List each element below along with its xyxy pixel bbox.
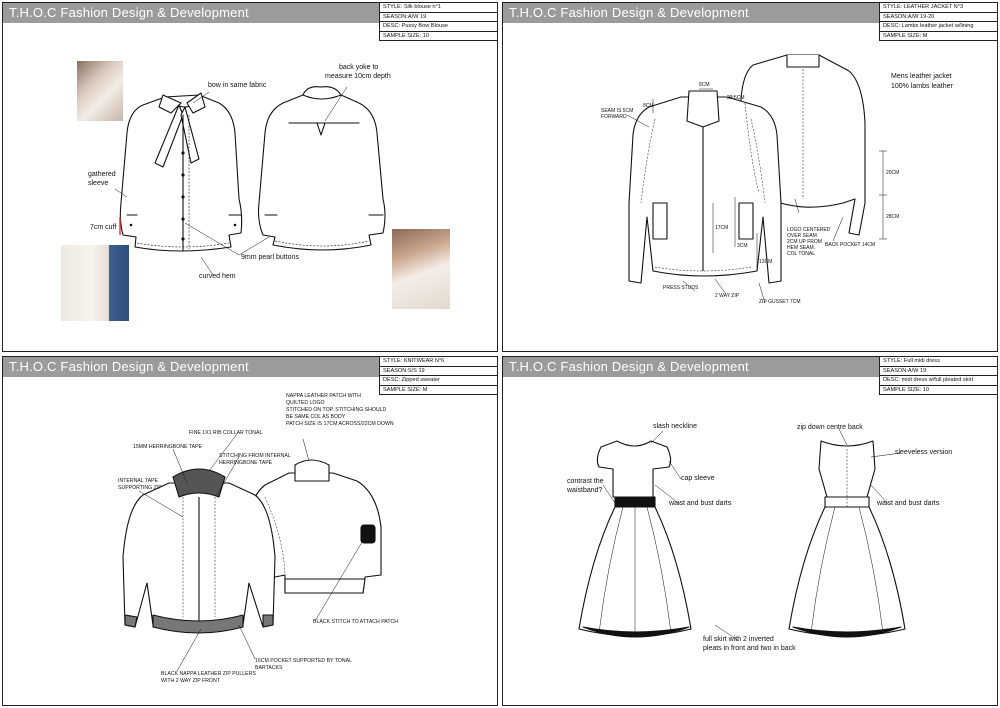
note-cuff: 7cm cuff [90,224,117,231]
note-zip-centre-back: zip down centre back [797,424,863,431]
note-contrast-2: waistband? [567,487,603,494]
spec-sample-size: SAMPLE SIZE: M [380,386,497,395]
note-stitching-1: STITCHING FROM INTERNAL [219,453,291,459]
note-internal-tape-2: SUPPORTING ZIP [118,485,162,491]
note-darts-back: waist and bust darts [877,500,940,507]
note-gathered: gathered [88,171,116,178]
sheet-leather-jacket: T.H.O.C Fashion Design & Development STY… [502,2,998,352]
spec-desc: DESC: Zipped sweater [380,376,497,386]
note-pearl-buttons: 9mm pearl buttons [241,254,299,261]
note-zip-pullers-1: BLACK NAPPA LEATHER ZIP PULLERS [161,671,256,677]
note-logo-5: COL TONAL [787,251,815,257]
spec-sample-size: SAMPLE SIZE: 10 [380,32,497,41]
spec-box: STYLE: LEATHER JACKET N°3 SEASON:A/W 19-… [879,3,997,41]
dim-collar-width: 8CM [699,82,710,88]
sweater-flat-sketch [122,433,382,672]
note-patch-3: STITCHED ON TOP. STITCHING SHOULD [286,407,387,413]
spec-season: SEASON:S/S 19 [380,367,497,376]
spec-desc: DESC: midi dress w/full pleated skirt [880,376,997,386]
note-press-studs: PRESS STUDS [663,285,699,291]
header-title: T.H.O.C Fashion Design & Development [3,3,379,23]
dim-shoulder: 22.5CM [727,95,745,101]
dim-collar-height: 8CM [643,103,654,109]
sheet-midi-dress: T.H.O.C Fashion Design & Development STY… [502,356,998,706]
note-2-way-zip: 2 WAY ZIP [715,293,740,299]
spec-box: STYLE: KNITWEAR N°6 SEASON:S/S 19 DESC: … [379,357,497,395]
dim-17cm: 17CM [715,225,729,231]
spec-season: SEASON:A/W 19 [380,13,497,22]
note-darts-front: waist and bust darts [669,500,732,507]
dim-13cm: 13CM [759,259,773,265]
dress-flat-sketch [578,428,906,642]
dim-28cm: 28CM [886,214,900,220]
note-zip-pullers-2: WITH 2 WAY ZIP FRONT [161,678,220,684]
note-rib-collar: FINE 1X1 RIB COLLAR TONAL [189,430,263,436]
reference-photo-cuff [392,229,450,309]
spec-style: STYLE: Silk blouse n°1 [380,3,497,13]
spec-style: STYLE: Full midi dress [880,357,997,367]
note-pocket-1: 16CM POCKET SUPPORTED BY TONAL [255,658,352,664]
dim-3cm: 3CM [737,243,748,249]
note-contrast-1: contrast the [567,478,604,485]
note-slash-neckline: slash neckline [653,423,697,430]
note-jacket-title: Mens leather jacket [891,73,952,80]
spec-season: SEASON:A/W 19 [880,367,997,376]
reference-photo-bow [77,61,123,121]
spec-desc: DESC: Pussy Bow Blouse [380,22,497,32]
note-back-yoke-2: measure 10cm depth [325,73,391,80]
note-jacket-fabric: 100% lambs leather [891,83,953,90]
note-internal-tape-1: INTERNAL TAPE [118,478,158,484]
note-bow: bow in same fabric [208,82,267,89]
note-skirt-1: full skirt with 2 inverted [703,636,774,643]
spec-desc: DESC: Lambs leather jacket w/lining [880,22,997,32]
spec-sample-size: SAMPLE SIZE: M [880,32,997,41]
note-stitching-2: HERRINGBONE TAPE [219,460,273,466]
note-cap-sleeve: cap sleeve [681,475,715,482]
jacket-flat-sketch [626,54,887,304]
note-pocket-2: BARTACKS [255,665,283,671]
note-black-stitch: BLACK STITCH TO ATTACH PATCH [313,619,399,625]
dim-20cm: 20CM [886,170,900,176]
note-patch-5: PATCH SIZE IS 17CM ACROSS/22CM DOWN [286,421,394,427]
note-herringbone-tape: 15MM HERRINGBONE TAPE [133,444,202,450]
note-skirt-2: pleats in front and two in back [703,645,796,652]
note-patch-1: NAPPA LEATHER PATCH WITH [286,393,361,399]
spec-box: STYLE: Full midi dress SEASON:A/W 19 DES… [879,357,997,395]
note-patch-4: BE SAME COL AS BODY [286,414,346,420]
note-patch-2: QUILTED LOGO [286,400,325,406]
spec-style: STYLE: KNITWEAR N°6 [380,357,497,367]
sheet-silk-blouse: T.H.O.C Fashion Design & Development STY… [2,2,498,352]
note-sleeve: sleeve [88,180,109,187]
spec-season: SEASON:A/W 19-20 [880,13,997,22]
header-title: T.H.O.C Fashion Design & Development [503,3,879,23]
note-sleeveless: sleeveless version [895,449,953,456]
spec-sample-size: SAMPLE SIZE: 10 [880,386,997,395]
dim-back-pocket: BACK POCKET 14CM [825,242,876,248]
note-zip-gusset: ZIP GUSSET 7CM [759,299,801,305]
note-curved-hem: curved hem [199,273,236,280]
header-title: T.H.O.C Fashion Design & Development [503,357,879,377]
reference-photo-sleeve [61,245,129,321]
spec-box: STYLE: Silk blouse n°1 SEASON:A/W 19 DES… [379,3,497,41]
note-seam-forward-2: FORWARD [601,114,627,120]
sheet-knitwear: T.H.O.C Fashion Design & Development STY… [2,356,498,706]
note-back-yoke-1: back yoke to [339,64,379,71]
header-title: T.H.O.C Fashion Design & Development [3,357,379,377]
spec-style: STYLE: LEATHER JACKET N°3 [880,3,997,13]
